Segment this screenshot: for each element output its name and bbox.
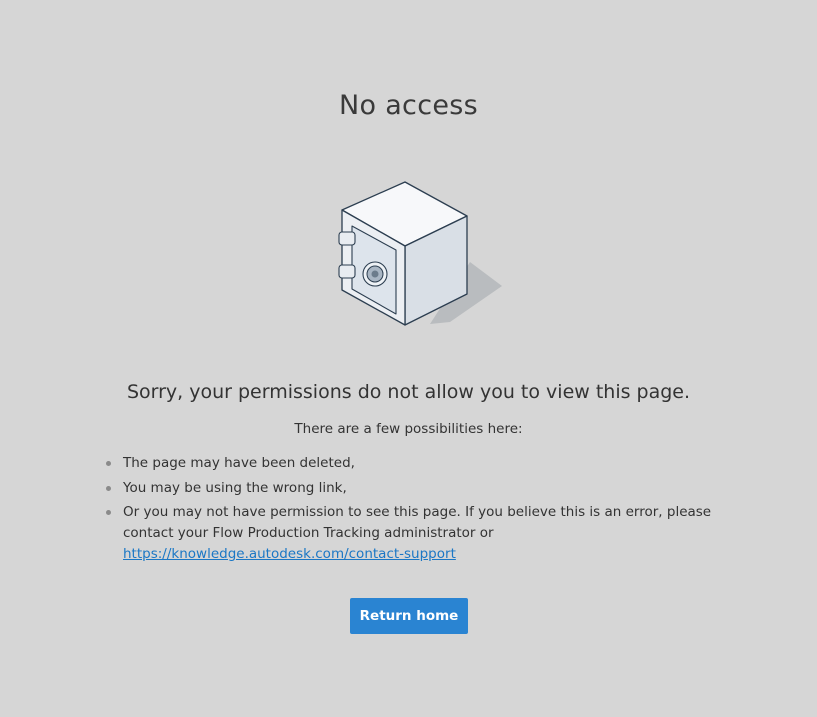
- support-link[interactable]: https://knowledge.autodesk.com/contact-s…: [123, 546, 456, 562]
- reason-text: You may be using the wrong link,: [123, 479, 347, 496]
- bullet-icon: [106, 510, 111, 515]
- page-title: No access: [339, 90, 478, 121]
- reason-text: Or you may not have permission to see th…: [123, 504, 712, 541]
- no-access-page: No access Sorry, your permissions do not…: [0, 0, 817, 717]
- reason-item: The page may have been deleted,: [106, 453, 723, 474]
- possibilities-intro: There are a few possibilities here:: [294, 421, 523, 437]
- reasons-list: The page may have been deleted, You may …: [106, 453, 723, 569]
- permission-headline: Sorry, your permissions do not allow you…: [126, 381, 691, 403]
- safe-icon: [330, 176, 510, 332]
- bullet-icon: [106, 485, 111, 491]
- reason-item: Or you may not have permission to see th…: [106, 502, 723, 565]
- reason-text: The page may have been deleted,: [123, 455, 355, 471]
- return-home-button[interactable]: Return home: [350, 598, 468, 634]
- reason-item: You may be using the wrong link,: [106, 478, 723, 499]
- bullet-icon: [106, 461, 111, 466]
